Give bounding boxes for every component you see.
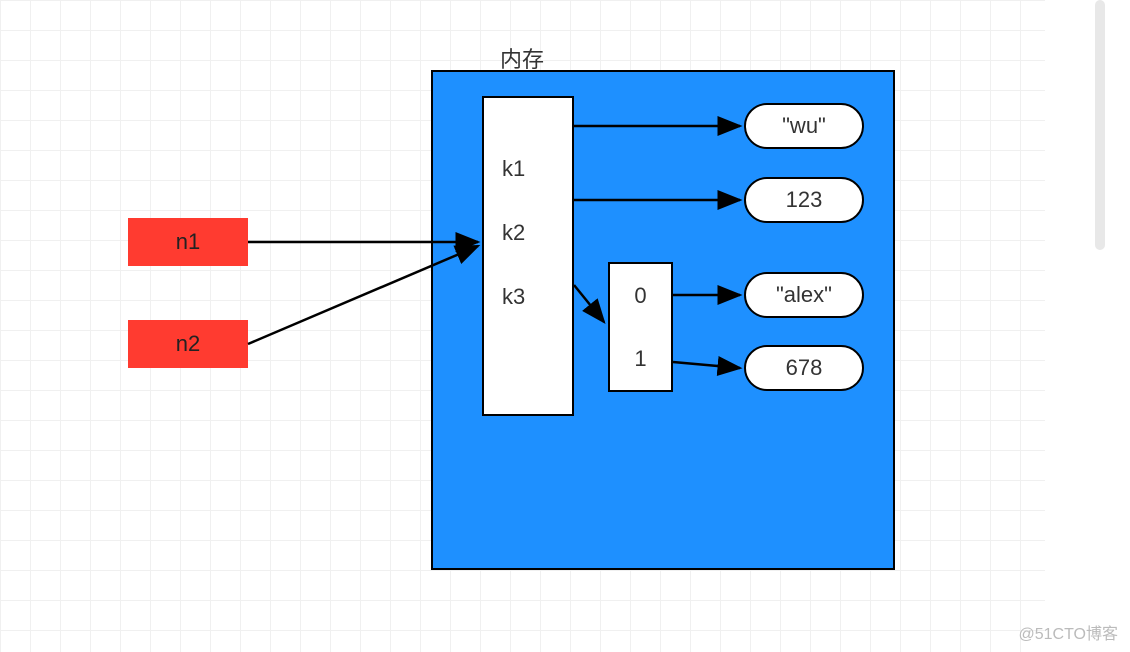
value-wu: "wu": [744, 103, 864, 149]
list-index-1: 1: [634, 346, 646, 372]
value-alex: "alex": [744, 272, 864, 318]
watermark: @51CTO博客: [1018, 620, 1118, 644]
scrollbar-stub: [1095, 0, 1105, 250]
value-123: 123: [744, 177, 864, 223]
var-n1: n1: [128, 218, 248, 266]
list-index-0: 0: [634, 283, 646, 309]
dict-key-k1: k1: [502, 156, 572, 182]
value-678: 678: [744, 345, 864, 391]
list-object: 0 1: [608, 262, 673, 392]
dict-key-k2: k2: [502, 220, 572, 246]
dict-object: k1 k2 k3: [482, 96, 574, 416]
var-n2: n2: [128, 320, 248, 368]
dict-key-k3: k3: [502, 284, 572, 310]
